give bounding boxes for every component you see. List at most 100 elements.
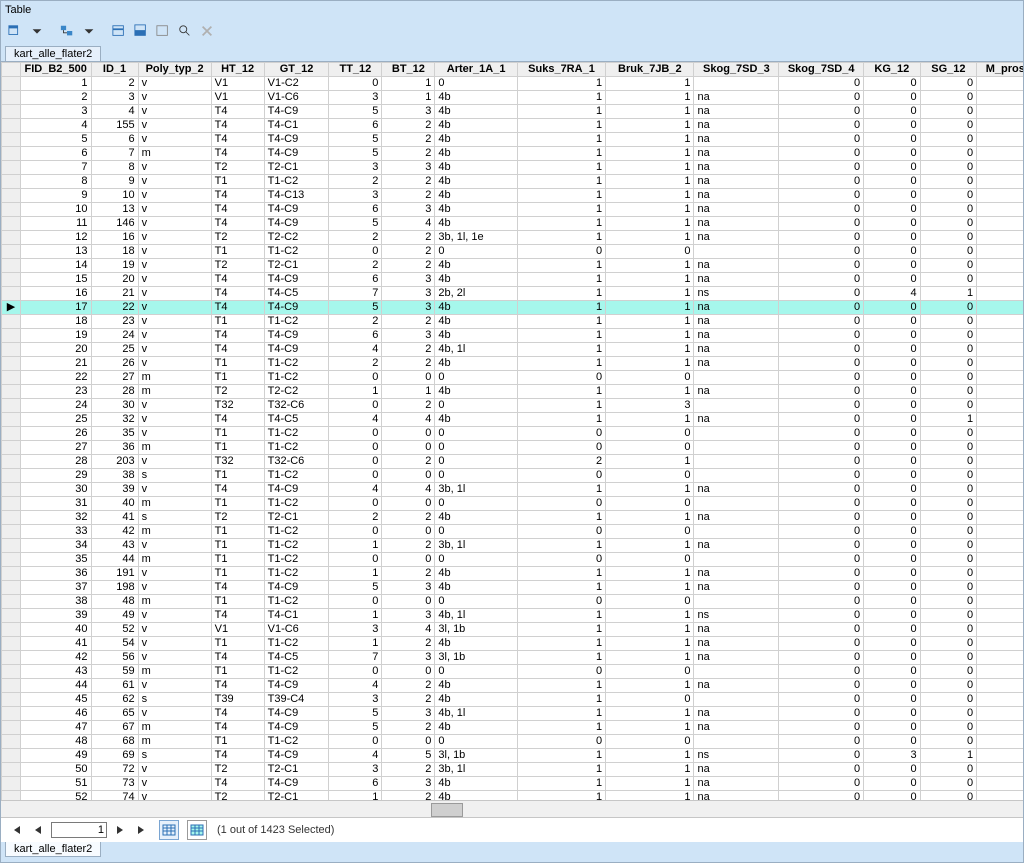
cell[interactable]: 0	[779, 427, 864, 441]
cell[interactable]: 0	[920, 343, 977, 357]
cell[interactable]: 30	[977, 469, 1023, 483]
cell[interactable]: 1	[329, 385, 382, 399]
cell[interactable]: na	[694, 567, 779, 581]
cell[interactable]: 74	[91, 791, 138, 801]
cell[interactable]: 1	[517, 329, 605, 343]
cell[interactable]: 1	[606, 105, 694, 119]
cell[interactable]: 0	[779, 259, 864, 273]
cell[interactable]: 0	[864, 637, 921, 651]
cell[interactable]: 0	[779, 511, 864, 525]
row-header[interactable]	[2, 441, 21, 455]
cell[interactable]: 1	[517, 273, 605, 287]
table-row[interactable]: 11146vT4T4-C9544b11na00002452,17	[2, 217, 1024, 231]
row-header[interactable]	[2, 287, 21, 301]
cell[interactable]: 0	[864, 595, 921, 609]
cell[interactable]: 34	[20, 539, 91, 553]
cell[interactable]: 0	[977, 399, 1023, 413]
cell[interactable]: 1	[606, 623, 694, 637]
cell[interactable]: 0	[435, 525, 517, 539]
cell[interactable]: V1	[211, 91, 264, 105]
cell[interactable]: 0	[977, 343, 1023, 357]
cell[interactable]: T1	[211, 497, 264, 511]
cell[interactable]: 0	[864, 553, 921, 567]
cell[interactable]: 1	[517, 693, 605, 707]
cell[interactable]: T4	[211, 133, 264, 147]
cell[interactable]: 0	[606, 469, 694, 483]
cell[interactable]: 8	[91, 161, 138, 175]
cell[interactable]: 5	[329, 217, 382, 231]
cell[interactable]: T4	[211, 343, 264, 357]
cell[interactable]: 4	[382, 413, 435, 427]
cell[interactable]: 0	[779, 315, 864, 329]
cell[interactable]: v	[138, 539, 211, 553]
cell[interactable]: 3	[382, 581, 435, 595]
cell[interactable]: 1	[382, 385, 435, 399]
table-row[interactable]: 2328mT2T2-C2114b11na00040T1-C2917,29	[2, 385, 1024, 399]
cell[interactable]: T1	[211, 427, 264, 441]
cell[interactable]: 1	[517, 343, 605, 357]
cell[interactable]: 4b	[435, 511, 517, 525]
cell[interactable]: 1	[606, 133, 694, 147]
cell[interactable]: 0	[779, 763, 864, 777]
cell[interactable]: v	[138, 455, 211, 469]
row-header[interactable]	[2, 371, 21, 385]
cell[interactable]: 0	[864, 413, 921, 427]
cell[interactable]: 0	[606, 595, 694, 609]
cell[interactable]: 0	[920, 231, 977, 245]
cell[interactable]: T1-C2	[264, 567, 329, 581]
cell[interactable]: 30	[91, 399, 138, 413]
cell[interactable]: 0	[606, 427, 694, 441]
cell[interactable]: 0	[920, 133, 977, 147]
cell[interactable]: 0	[382, 497, 435, 511]
scrollbar-thumb[interactable]	[431, 803, 463, 817]
cell[interactable]: 3	[329, 189, 382, 203]
cell[interactable]: 0	[517, 427, 605, 441]
row-header[interactable]	[2, 749, 21, 763]
cell[interactable]: v	[138, 483, 211, 497]
cell[interactable]: 1	[20, 77, 91, 91]
cell[interactable]: na	[694, 329, 779, 343]
cell[interactable]: v	[138, 315, 211, 329]
cell[interactable]: 1	[606, 343, 694, 357]
cell[interactable]: v	[138, 763, 211, 777]
cell[interactable]: 0	[920, 595, 977, 609]
cell[interactable]: 0	[920, 203, 977, 217]
cell[interactable]: T2-C1	[264, 791, 329, 801]
cell[interactable]: 56	[91, 651, 138, 665]
table-row[interactable]: 78vT2T2-C1334b11na0000358,89	[2, 161, 1024, 175]
cell[interactable]: m	[138, 735, 211, 749]
cell[interactable]: 16	[20, 287, 91, 301]
cell[interactable]: 1	[517, 175, 605, 189]
cell[interactable]: 2	[382, 119, 435, 133]
cell[interactable]: 38	[91, 469, 138, 483]
table-row[interactable]: 4461vT4T4-C9424b11na00001194,3	[2, 679, 1024, 693]
cell[interactable]: 0	[864, 511, 921, 525]
cell[interactable]: 0	[779, 161, 864, 175]
cell[interactable]: 1	[606, 609, 694, 623]
cell[interactable]	[694, 399, 779, 413]
cell[interactable]: m	[138, 721, 211, 735]
cell[interactable]: 1	[517, 119, 605, 133]
row-header[interactable]	[2, 469, 21, 483]
table-row[interactable]: 4154vT1T1-C2124b11na00001439,67	[2, 637, 1024, 651]
cell[interactable]: 27	[20, 441, 91, 455]
cell[interactable]: 0	[329, 399, 382, 413]
cell[interactable]: T2-C2	[264, 231, 329, 245]
cell[interactable]: 0	[977, 245, 1023, 259]
cell[interactable]: 2	[382, 763, 435, 777]
cell[interactable]: 1	[606, 329, 694, 343]
cell[interactable]: T1-C2	[264, 637, 329, 651]
cell[interactable]: 0	[864, 791, 921, 801]
cell[interactable]: 1	[517, 483, 605, 497]
cell[interactable]: 73	[91, 777, 138, 791]
cell[interactable]: 12	[20, 231, 91, 245]
cell[interactable]: 1	[606, 749, 694, 763]
cell[interactable]: 0	[435, 553, 517, 567]
cell[interactable]: 0	[864, 679, 921, 693]
cell[interactable]: 19	[91, 259, 138, 273]
cell[interactable]: T2	[211, 231, 264, 245]
cell[interactable]: 1	[517, 357, 605, 371]
cell[interactable]: 10	[20, 203, 91, 217]
cell[interactable]: 0	[779, 287, 864, 301]
cell[interactable]: 0	[864, 385, 921, 399]
